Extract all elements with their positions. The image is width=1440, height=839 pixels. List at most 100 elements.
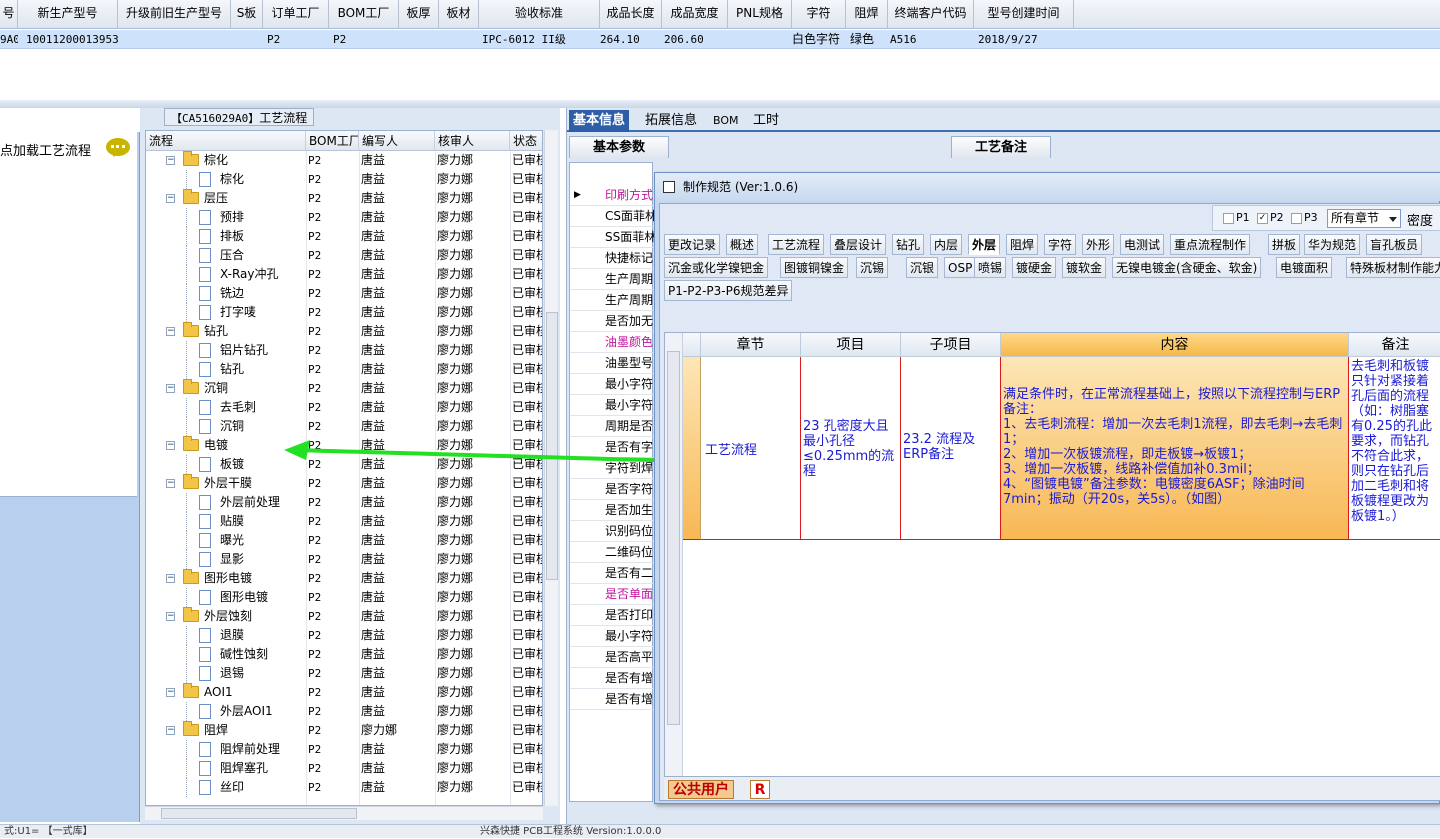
subtab-basic-params[interactable]: 基本参数 [569,136,669,158]
spec-tab[interactable]: 镀软金 [1062,257,1107,278]
param-row[interactable]: ▶ 印刷方式 [570,185,654,206]
param-row[interactable]: 最小字符 [570,626,654,647]
col-header[interactable]: 型号创建时间 [974,0,1074,29]
col-header[interactable]: 号 [0,0,18,29]
tree-row[interactable]: 打字唛 P2 唐益 廖力娜 已审核 [146,303,542,322]
param-row[interactable]: 是否有二 [570,563,654,584]
spec-tab[interactable]: 沉银 [906,257,939,278]
param-row[interactable]: 是否加无 [570,311,654,332]
p2-checkbox[interactable]: ✓ [1257,213,1268,224]
spec-tab[interactable]: 外形 [1082,234,1115,255]
tab-work-hours[interactable]: 工时 [749,110,783,132]
tree-row[interactable]: X-Ray冲孔 P2 唐益 廖力娜 已审核 [146,265,542,284]
spec-tab[interactable]: 盲孔板员 [1366,234,1423,255]
tree-row[interactable]: − 钻孔 P2 唐益 廖力娜 已审核 [146,322,542,341]
p1-checkbox[interactable] [1223,213,1234,224]
tree-row[interactable]: 沉铜 P2 唐益 廖力娜 已审核 [146,417,542,436]
spec-tab[interactable]: 叠层设计 [830,234,887,255]
spec-tab[interactable]: 图镀铜镍金 [780,257,849,278]
collapse-toggle-icon[interactable]: − [166,327,175,336]
spec-table-scrollbar[interactable] [665,333,683,783]
header-subitem[interactable]: 子项目 [901,333,1001,357]
header-chapter[interactable]: 章节 [701,333,801,357]
spec-tab[interactable]: 内层 [930,234,963,255]
col-header[interactable]: 阻焊 [846,0,888,29]
tree-row[interactable]: 阻焊塞孔 P2 唐益 廖力娜 已审核 [146,759,542,778]
collapse-toggle-icon[interactable]: − [166,156,175,165]
col-header[interactable]: S板 [231,0,263,29]
param-row[interactable]: 识别码位 [570,521,654,542]
chapter-select[interactable]: 所有章节 [1327,209,1401,228]
header-remark[interactable]: 备注 [1349,333,1440,357]
col-header[interactable]: BOM工厂 [329,0,399,29]
tree-row[interactable]: 铝片钻孔 P2 唐益 廖力娜 已审核 [146,341,542,360]
row-indicator[interactable] [683,357,701,540]
tree-col-header[interactable]: 流程 [146,131,306,151]
tree-row[interactable]: − 外层蚀刻 P2 唐益 廖力娜 已审核 [146,607,542,626]
tree-row[interactable]: 图形电镀 P2 唐益 廖力娜 已审核 [146,588,542,607]
tree-row[interactable]: 曝光 P2 唐益 廖力娜 已审核 [146,531,542,550]
col-header[interactable]: 板材 [439,0,479,29]
tree-row[interactable]: 丝印 P2 唐益 廖力娜 已审核 [146,778,542,797]
tree-col-header[interactable]: BOM工厂 [306,131,359,151]
horizontal-splitter[interactable] [0,100,1440,108]
tree-row[interactable]: − 层压 P2 唐益 廖力娜 已审核 [146,189,542,208]
tab-basic-info[interactable]: 基本信息 [569,110,630,132]
tree-row[interactable]: 压合 P2 唐益 廖力娜 已审核 [146,246,542,265]
param-row[interactable]: 是否有增 [570,668,654,689]
subtab-process-remark[interactable]: 工艺备注 [951,136,1051,158]
tab-extended-info[interactable]: 拓展信息 [641,110,701,132]
collapse-toggle-icon[interactable]: − [166,441,175,450]
spec-tab[interactable]: 钻孔 [892,234,925,255]
col-header[interactable]: PNL规格 [728,0,792,29]
spec-tab[interactable]: 沉金或化学镍钯金 [664,257,769,278]
col-header[interactable]: 板厚 [399,0,439,29]
spec-tab[interactable]: 重点流程制作 [1170,234,1251,255]
spec-tab[interactable]: 外层 [968,234,1001,255]
tree-col-header[interactable]: 编写人 [359,131,435,151]
tree-row[interactable]: 铣边 P2 唐益 廖力娜 已审核 [146,284,542,303]
tree-row[interactable]: − AOI1 P2 唐益 廖力娜 已审核 [146,683,542,702]
header-item[interactable]: 项目 [801,333,901,357]
tree-row[interactable]: − 外层干膜 P2 唐益 廖力娜 已审核 [146,474,542,493]
chat-bubble-icon[interactable] [106,138,130,157]
tree-row[interactable]: − 沉铜 P2 唐益 廖力娜 已审核 [146,379,542,398]
param-row[interactable]: 是否字符 [570,479,654,500]
spec-tab[interactable]: OSP [944,257,977,278]
collapse-toggle-icon[interactable]: − [166,384,175,393]
param-row[interactable]: SS面菲林 [570,227,654,248]
col-header[interactable]: 订单工厂 [263,0,329,29]
tree-row[interactable]: 显影 P2 唐益 廖力娜 已审核 [146,550,542,569]
tree-row[interactable]: − 阻焊 P2 廖力娜 廖力娜 已审核 [146,721,542,740]
spec-tab[interactable]: 电镀面积 [1276,257,1333,278]
spec-tab[interactable]: 工艺流程 [768,234,825,255]
tree-row[interactable]: 去毛刺 P2 唐益 廖力娜 已审核 [146,398,542,417]
param-row[interactable]: 油墨型号 [570,353,654,374]
spec-tab[interactable]: 特殊板材制作能力 [1346,257,1440,278]
spec-tab[interactable]: 沉锡 [856,257,889,278]
tree-row[interactable]: 钻孔 P2 唐益 廖力娜 已审核 [146,360,542,379]
tree-row[interactable]: 退膜 P2 唐益 廖力娜 已审核 [146,626,542,645]
load-process-label[interactable]: 点加载工艺流程 [0,140,91,159]
tree-row[interactable]: − 棕化 P2 唐益 廖力娜 已审核 [146,151,542,170]
product-row[interactable]: 9A0 10011200013953 P2 P2 IPC-6012 II级 26… [0,30,1440,49]
param-row[interactable]: CS面菲林 [570,206,654,227]
tree-row[interactable]: − 图形电镀 P2 唐益 廖力娜 已审核 [146,569,542,588]
collapse-toggle-icon[interactable]: − [166,612,175,621]
tree-row[interactable]: 碱性蚀刻 P2 唐益 廖力娜 已审核 [146,645,542,664]
dialog-titlebar[interactable]: 制作规范 (Ver:1.0.6) [655,173,1440,201]
spec-tab[interactable]: 喷锡 [974,257,1007,278]
param-row[interactable]: 是否高平 [570,647,654,668]
tree-row[interactable]: 退锡 P2 唐益 廖力娜 已审核 [146,664,542,683]
col-header[interactable]: 终端客户代码 [888,0,974,29]
col-header[interactable]: 字符 [792,0,846,29]
basic-params-grid[interactable]: ▶ 印刷方式 CS面菲林 SS面菲林 快捷标记 生产周期 生产周期 是否加无 油墨颜色 油墨型号最… [569,162,654,802]
param-row[interactable]: 最小字符 [570,395,654,416]
spec-tab[interactable]: 电测试 [1120,234,1165,255]
tree-col-header[interactable]: 状态 [510,131,542,151]
collapse-toggle-icon[interactable]: − [166,574,175,583]
collapse-toggle-icon[interactable]: − [166,688,175,697]
tree-row[interactable]: 外层AOI1 P2 唐益 廖力娜 已审核 [146,702,542,721]
scroll-thumb[interactable] [667,351,680,725]
param-row[interactable]: 是否单面 [570,584,654,605]
